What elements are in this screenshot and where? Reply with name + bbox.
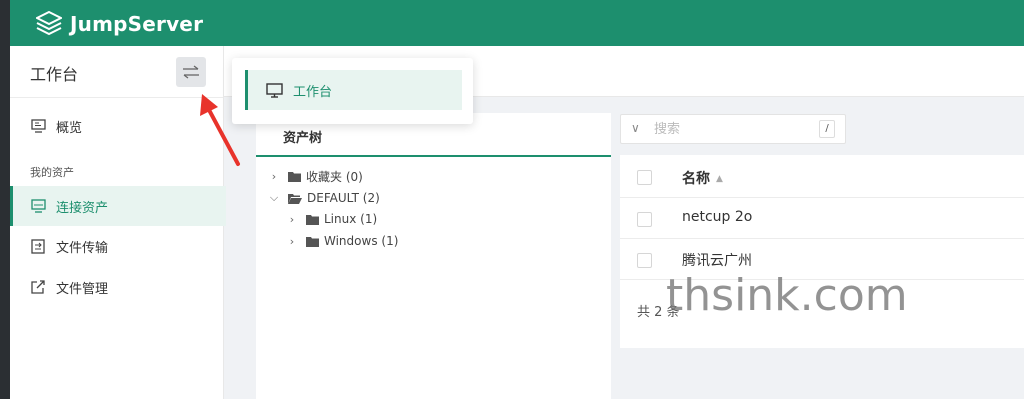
table-header-row: 名称 ▲︎ xyxy=(620,155,1024,198)
search-bar[interactable]: ∨ / xyxy=(620,114,846,144)
sidebar-item-label: 文件传输 xyxy=(56,240,109,256)
sidebar-title: 工作台 xyxy=(30,65,79,84)
view-switch-button[interactable] xyxy=(176,57,206,87)
sidebar-item-label: 概览 xyxy=(56,120,83,136)
tree-node-windows[interactable]: › Windows (1) xyxy=(286,231,399,251)
swap-icon xyxy=(183,65,199,79)
sidebar-group-label: 我的资产 xyxy=(30,166,74,179)
tree-node-linux[interactable]: › Linux (1) xyxy=(286,209,377,229)
folder-icon xyxy=(306,214,319,225)
table-row[interactable]: netcup 2o xyxy=(620,198,1024,239)
sidebar-item-file-manager[interactable]: 文件管理 xyxy=(10,267,223,307)
tree-node-label: Linux (1) xyxy=(324,212,378,226)
row-name[interactable]: netcup 2o xyxy=(682,209,752,225)
monitor-icon xyxy=(30,118,46,134)
sidebar-item-overview[interactable]: 概览 xyxy=(10,106,223,146)
search-input[interactable] xyxy=(654,119,804,139)
sidebar-header: 工作台 xyxy=(10,46,223,98)
dropdown-item-label: 工作台 xyxy=(293,84,333,100)
logo[interactable]: JumpServer xyxy=(36,10,203,38)
tree-node-favorites[interactable]: › 收藏夹 (0) xyxy=(268,166,363,186)
tree-node-label: 收藏夹 (0) xyxy=(306,169,363,184)
tree-node-label: Windows (1) xyxy=(324,234,399,248)
sidebar-item-connect-assets[interactable]: 连接资产 xyxy=(10,186,226,226)
external-link-icon xyxy=(30,279,46,295)
tab-label: 资产树 xyxy=(283,131,323,146)
brand-name: JumpServer xyxy=(70,12,204,36)
asset-tree-panel: 资产树 › 收藏夹 (0) ⌵ DEFAULT (2) › Linux (1) … xyxy=(256,113,611,399)
sidebar: 工作台 概览 我的资产 连接资产 文件传输 文件管理 xyxy=(10,46,226,399)
chevron-right-icon[interactable]: › xyxy=(286,213,298,226)
app-window: JumpServer 工作台 概览 我的资产 连接资产 文件传输 文件管理 资产… xyxy=(10,0,1024,399)
folder-icon xyxy=(306,236,319,247)
column-header-label: 名称 xyxy=(682,171,710,187)
screen-icon xyxy=(30,198,46,214)
chevron-down-icon[interactable]: ∨ xyxy=(631,121,640,135)
chevron-down-icon[interactable]: ⌵ xyxy=(268,191,280,205)
select-all-checkbox[interactable] xyxy=(637,170,652,185)
dropdown-item-workbench[interactable]: 工作台 xyxy=(245,70,462,110)
sidebar-item-label: 文件管理 xyxy=(56,281,109,297)
row-name[interactable]: 腾讯云广州 xyxy=(682,250,752,270)
desktop-icon xyxy=(266,82,283,98)
watermark: thsink.com xyxy=(666,270,908,321)
tree-node-label: DEFAULT (2) xyxy=(307,191,380,205)
file-transfer-icon xyxy=(30,238,46,254)
chevron-right-icon[interactable]: › xyxy=(286,235,298,248)
sort-icon[interactable]: ▲︎ xyxy=(716,174,723,184)
jumpserver-logo-icon xyxy=(36,11,62,36)
chevron-right-icon[interactable]: › xyxy=(268,170,280,183)
top-bar: JumpServer xyxy=(10,0,1024,46)
column-header-name[interactable]: 名称 ▲︎ xyxy=(682,168,723,188)
tree-node-default[interactable]: ⌵ DEFAULT (2) xyxy=(268,188,380,208)
shortcut-hint: / xyxy=(819,120,835,138)
workspace-dropdown: 工作台 xyxy=(232,58,473,124)
sidebar-item-file-transfer[interactable]: 文件传输 xyxy=(10,226,223,266)
row-checkbox[interactable] xyxy=(637,253,652,268)
folder-icon xyxy=(288,171,301,182)
folder-open-icon xyxy=(288,193,302,204)
sidebar-item-label: 连接资产 xyxy=(56,200,109,216)
row-checkbox[interactable] xyxy=(637,212,652,227)
